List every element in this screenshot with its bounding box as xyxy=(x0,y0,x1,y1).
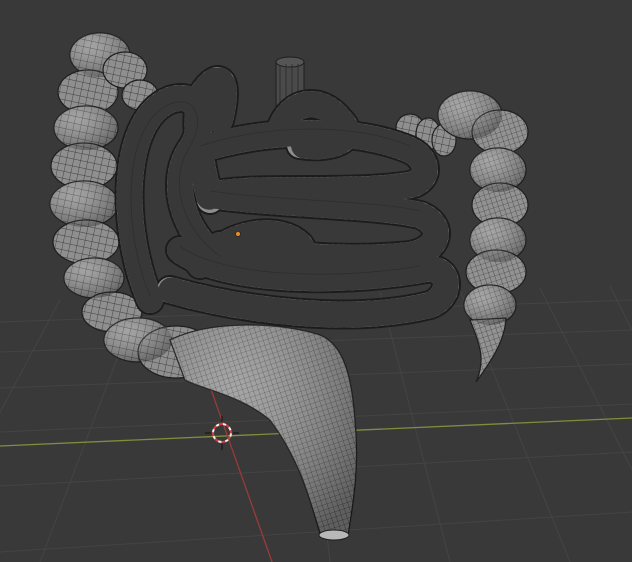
viewport-canvas[interactable] xyxy=(0,0,632,562)
3d-viewport[interactable] xyxy=(0,0,632,562)
3d-cursor-icon[interactable] xyxy=(205,416,239,450)
object-origin-icon[interactable] xyxy=(235,231,241,237)
small-intestine[interactable] xyxy=(114,65,461,330)
rectum[interactable] xyxy=(169,324,358,541)
